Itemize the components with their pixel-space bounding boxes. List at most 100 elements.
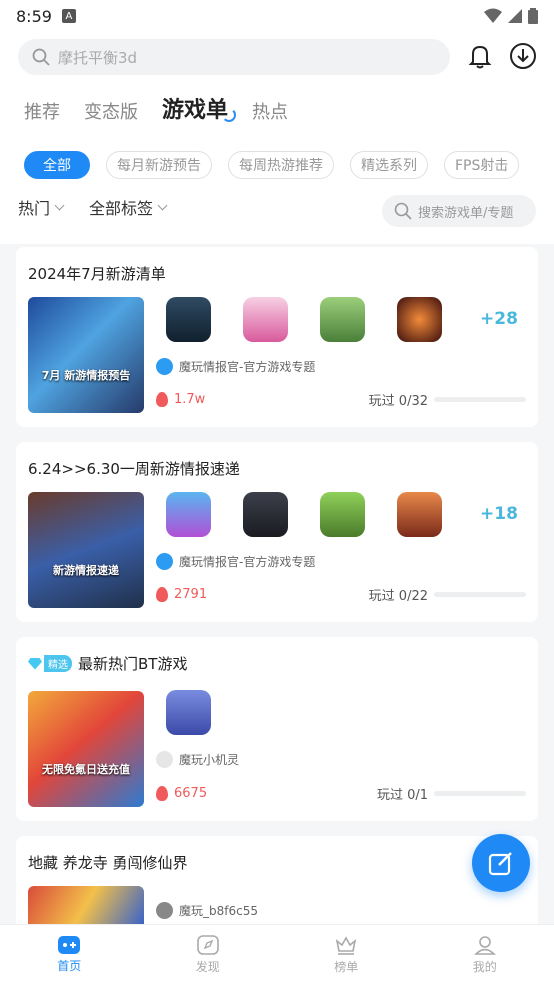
- tab-recommend[interactable]: 推荐: [24, 98, 60, 124]
- category-chips: 全部 每月新游预告 每周热游推荐 精选系列 FPS射击: [24, 151, 520, 179]
- nav-discover-label: 发现: [195, 959, 220, 974]
- bottom-nav: 首页 发现 榜单 我的: [0, 924, 554, 984]
- heat-count: 6675: [174, 786, 208, 801]
- card-author[interactable]: 魔玩小机灵: [156, 751, 239, 768]
- chip-featured-series[interactable]: 精选系列: [350, 151, 428, 179]
- card-cover-image: 无限免氪日送充值: [28, 691, 144, 807]
- nav-home-label: 首页: [57, 958, 82, 973]
- tab-hot[interactable]: 热点: [252, 98, 288, 124]
- search-input[interactable]: 摩托平衡3d: [18, 39, 450, 75]
- game-icons: [166, 492, 442, 537]
- game-icon[interactable]: [397, 297, 442, 342]
- heat-count: 1.7w: [174, 392, 206, 407]
- game-icon[interactable]: [320, 297, 365, 342]
- nav-home[interactable]: 首页: [0, 925, 139, 984]
- game-icon[interactable]: [166, 492, 211, 537]
- loading-spinner-icon: [222, 108, 237, 122]
- card-title: 2024年7月新游清单: [28, 265, 166, 283]
- search-placeholder: 摩托平衡3d: [58, 48, 138, 67]
- game-icon[interactable]: [166, 297, 211, 342]
- played-count: 玩过 0/22: [368, 589, 428, 604]
- top-tabs: 推荐 变态版 游戏单 热点: [24, 92, 288, 124]
- played-progress-bar: [434, 592, 526, 597]
- battery-icon: [528, 8, 538, 24]
- create-list-button[interactable]: [472, 834, 530, 892]
- game-icon[interactable]: [397, 492, 442, 537]
- nav-ranking[interactable]: 榜单: [277, 925, 416, 984]
- played-progress-bar: [434, 791, 526, 796]
- game-list-card[interactable]: 6.24>>6.30一周新游情报速递 新游情报速递 +18 魔玩情报官-官方游戏…: [16, 442, 538, 622]
- game-icon[interactable]: [243, 297, 288, 342]
- card-cover-image: [28, 886, 144, 924]
- card-author[interactable]: 魔玩情报官-官方游戏专题: [156, 358, 315, 375]
- flame-icon: [156, 392, 168, 407]
- author-avatar: [156, 553, 173, 570]
- sort-dropdown[interactable]: 热门: [18, 195, 65, 219]
- status-bar: 8:59 A: [0, 0, 554, 32]
- author-avatar: [156, 902, 173, 919]
- tab-game-list[interactable]: 游戏单: [162, 92, 237, 124]
- tags-label: 全部标签: [89, 199, 154, 218]
- cover-text: 无限免氪日送充值: [42, 763, 130, 776]
- download-icon[interactable]: [509, 42, 537, 70]
- nav-profile[interactable]: 我的: [416, 925, 554, 984]
- nav-discover[interactable]: 发现: [139, 925, 278, 984]
- more-games-count[interactable]: +28: [480, 309, 518, 329]
- chip-fps[interactable]: FPS射击: [444, 151, 520, 179]
- featured-badge: 精选: [28, 655, 72, 672]
- card-cover-image: 7月 新游情报预告: [28, 297, 144, 413]
- crown-icon: [336, 935, 357, 955]
- game-icons: [166, 690, 211, 735]
- list-search-input[interactable]: 搜索游戏单/专题: [382, 195, 536, 227]
- wifi-icon: [484, 8, 502, 23]
- chip-monthly-preview[interactable]: 每月新游预告: [106, 151, 212, 179]
- game-icon[interactable]: [320, 492, 365, 537]
- chevron-down-icon: [54, 200, 65, 210]
- game-icon[interactable]: [166, 690, 211, 735]
- diamond-icon: [28, 657, 42, 670]
- home-icon: [58, 935, 81, 954]
- bell-icon[interactable]: [466, 42, 494, 70]
- nav-ranking-label: 榜单: [334, 959, 359, 974]
- game-list-card[interactable]: 2024年7月新游清单 7月 新游情报预告 +28 魔玩情报官-官方游戏专题 1…: [16, 247, 538, 427]
- more-games-count[interactable]: +18: [480, 504, 518, 524]
- sort-label: 热门: [18, 199, 51, 218]
- nav-profile-label: 我的: [472, 959, 497, 974]
- notification-a-icon: A: [61, 9, 76, 23]
- cover-text: 新游情报速递: [53, 564, 119, 577]
- flame-icon: [156, 786, 168, 801]
- card-title: 6.24>>6.30一周新游情报速递: [28, 460, 240, 478]
- tags-dropdown[interactable]: 全部标签: [89, 195, 168, 219]
- tab-bt-version[interactable]: 变态版: [84, 98, 138, 124]
- tab-game-list-label: 游戏单: [162, 98, 229, 123]
- cover-text: 7月 新游情报预告: [41, 369, 131, 382]
- flame-icon: [156, 587, 168, 602]
- played-progress-bar: [434, 397, 526, 402]
- status-time: 8:59: [16, 6, 52, 26]
- heat-count: 2791: [174, 587, 208, 602]
- badge-label: 精选: [44, 655, 72, 672]
- game-icon[interactable]: [243, 492, 288, 537]
- search-icon: [32, 48, 50, 66]
- game-list-card[interactable]: 地藏 养龙寺 勇闯修仙界 魔玩_b8f6c55: [16, 836, 538, 924]
- card-author[interactable]: 魔玩情报官-官方游戏专题: [156, 553, 315, 570]
- list-search-placeholder: 搜索游戏单/专题: [418, 205, 514, 221]
- compass-icon: [196, 934, 219, 955]
- chip-weekly-hot[interactable]: 每周热游推荐: [228, 151, 334, 179]
- signal-icon: [508, 9, 522, 23]
- author-name: 魔玩小机灵: [179, 753, 240, 767]
- status-icons: [484, 8, 538, 24]
- chip-all[interactable]: 全部: [24, 151, 90, 179]
- card-stats: 1.7w 玩过 0/32: [156, 390, 526, 409]
- search-icon: [394, 202, 412, 220]
- author-avatar: [156, 751, 173, 768]
- author-name: 魔玩情报官-官方游戏专题: [179, 360, 316, 374]
- card-title-row: 精选 最新热门BT游戏: [28, 653, 187, 674]
- played-count: 玩过 0/32: [368, 394, 428, 409]
- edit-icon: [488, 852, 512, 876]
- card-author[interactable]: 魔玩_b8f6c55: [156, 902, 258, 919]
- filter-row: 热门 全部标签: [18, 195, 168, 219]
- author-name: 魔玩情报官-官方游戏专题: [179, 555, 316, 569]
- card-cover-image: 新游情报速递: [28, 492, 144, 608]
- game-list-card[interactable]: 精选 最新热门BT游戏 无限免氪日送充值 魔玩小机灵 6675 玩过 0/1: [16, 637, 538, 821]
